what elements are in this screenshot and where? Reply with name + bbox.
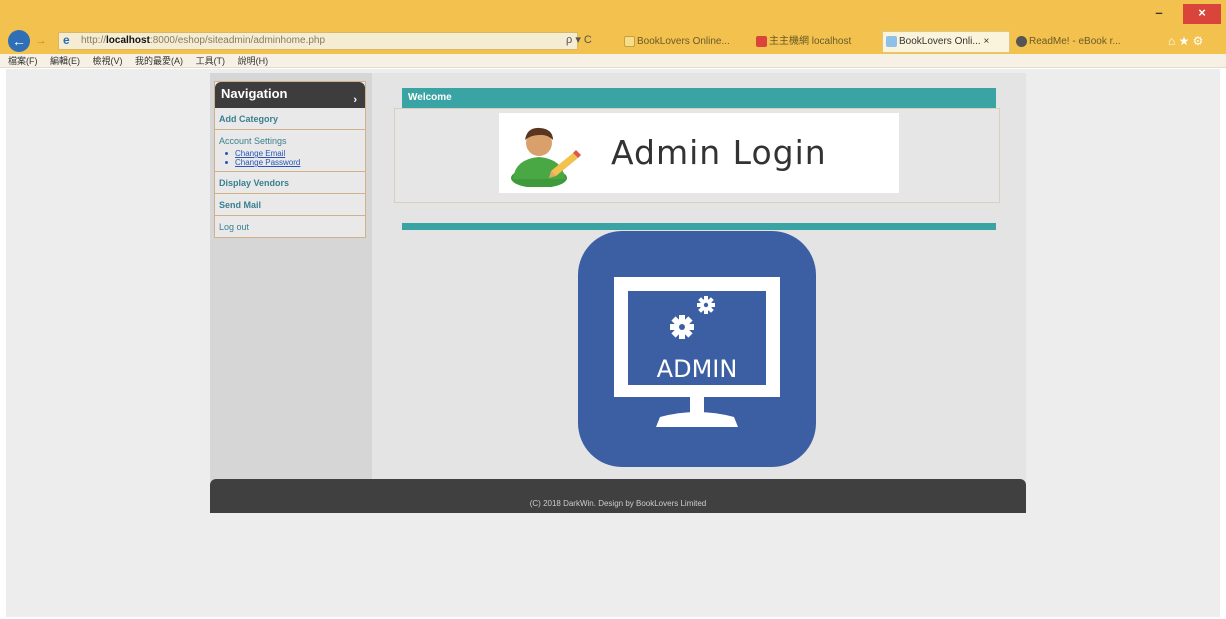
menu-view[interactable]: 檢視(V) xyxy=(93,56,123,66)
tab-label: BookLovers Online... xyxy=(637,36,730,47)
tab-label: 主主機網 localhost xyxy=(769,36,852,47)
footer-copyright: (C) 2018 DarkWin. Design by BookLovers L… xyxy=(529,499,707,508)
navigation-box: Navigation › Add Category Account Settin… xyxy=(214,81,366,238)
nav-add-category[interactable]: Add Category xyxy=(215,108,365,130)
nav-account-settings-group: Account Settings Change Email Change Pas… xyxy=(215,130,365,172)
tab-readme[interactable]: ReadMe! - eBook r... xyxy=(1012,31,1158,53)
menu-bar: 檔案(F) 編輯(E) 檢視(V) 我的最愛(A) 工具(T) 說明(H) xyxy=(0,54,1226,68)
nav-send-mail[interactable]: Send Mail xyxy=(215,194,365,216)
url-host: localhost xyxy=(106,35,150,46)
page-viewport: Navigation › Add Category Account Settin… xyxy=(6,69,1220,617)
site-footer: (C) 2018 DarkWin. Design by BookLovers L… xyxy=(210,479,1026,513)
tab-favicon-icon xyxy=(624,36,635,47)
forward-button[interactable]: → xyxy=(34,34,48,48)
url-field[interactable]: http://localhost:8000/eshop/siteadmin/ad… xyxy=(58,32,578,50)
nav-change-password-link[interactable]: Change Password xyxy=(225,158,365,167)
minimize-button[interactable]: – xyxy=(1148,4,1170,24)
tab-label: ReadMe! - eBook r... xyxy=(1029,36,1121,47)
menu-edit[interactable]: 編輯(E) xyxy=(50,56,80,66)
menu-file[interactable]: 檔案(F) xyxy=(8,56,38,66)
nav-log-out[interactable]: Log out xyxy=(215,216,365,237)
nav-change-email-link[interactable]: Change Email xyxy=(225,149,365,158)
close-window-button[interactable]: × xyxy=(1183,4,1221,24)
main-content: Welcome Admin Login ADMIN xyxy=(372,73,1026,481)
address-bar-row: ← → http://localhost:8000/eshop/siteadmi… xyxy=(0,28,1226,54)
admin-login-text: Admin Login xyxy=(611,133,827,172)
tab-booklovers-online[interactable]: BookLovers Online... xyxy=(620,31,750,53)
home-favorites-tools-icons[interactable]: ⌂ ★ ⚙ xyxy=(1168,34,1203,48)
menu-tools[interactable]: 工具(T) xyxy=(196,56,226,66)
url-prefix: http:// xyxy=(81,35,107,46)
ie-page-icon: e xyxy=(63,33,70,47)
account-settings-list: Change Email Change Password xyxy=(215,149,365,167)
nav-account-settings[interactable]: Account Settings xyxy=(215,132,365,149)
tab-booklovers-active[interactable]: BookLovers Onli... × xyxy=(882,31,1010,53)
tab-favicon-icon xyxy=(886,36,897,47)
sidebar: Navigation › Add Category Account Settin… xyxy=(210,73,372,481)
nav-display-vendors[interactable]: Display Vendors xyxy=(215,172,365,194)
tab-favicon-icon xyxy=(1016,36,1027,47)
teal-divider xyxy=(402,223,996,230)
tab-favicon-icon xyxy=(756,36,767,47)
welcome-header: Welcome xyxy=(402,88,996,108)
url-path: :8000/eshop/siteadmin/adminhome.php xyxy=(149,35,326,46)
tab-label: BookLovers Onli... × xyxy=(899,36,990,47)
search-refresh-controls[interactable]: ρ ▾ C xyxy=(566,33,592,46)
navigation-title: Navigation xyxy=(221,86,288,101)
admin-user-pencil-icon xyxy=(511,127,581,187)
tab-localhost[interactable]: 主主機網 localhost xyxy=(752,31,878,53)
admin-label: ADMIN xyxy=(657,355,738,383)
welcome-panel: Admin Login xyxy=(394,108,1000,203)
admin-monitor-icon: ADMIN xyxy=(578,231,816,467)
menu-favorites[interactable]: 我的最愛(A) xyxy=(135,56,183,66)
menu-help[interactable]: 說明(H) xyxy=(238,56,269,66)
window-titlebar: – × xyxy=(0,0,1226,28)
admin-login-banner: Admin Login xyxy=(499,113,899,193)
navigation-header: Navigation › xyxy=(215,82,365,108)
site-container: Navigation › Add Category Account Settin… xyxy=(210,73,1026,511)
chevron-right-icon: › xyxy=(353,94,357,106)
back-button[interactable]: ← xyxy=(8,30,30,52)
